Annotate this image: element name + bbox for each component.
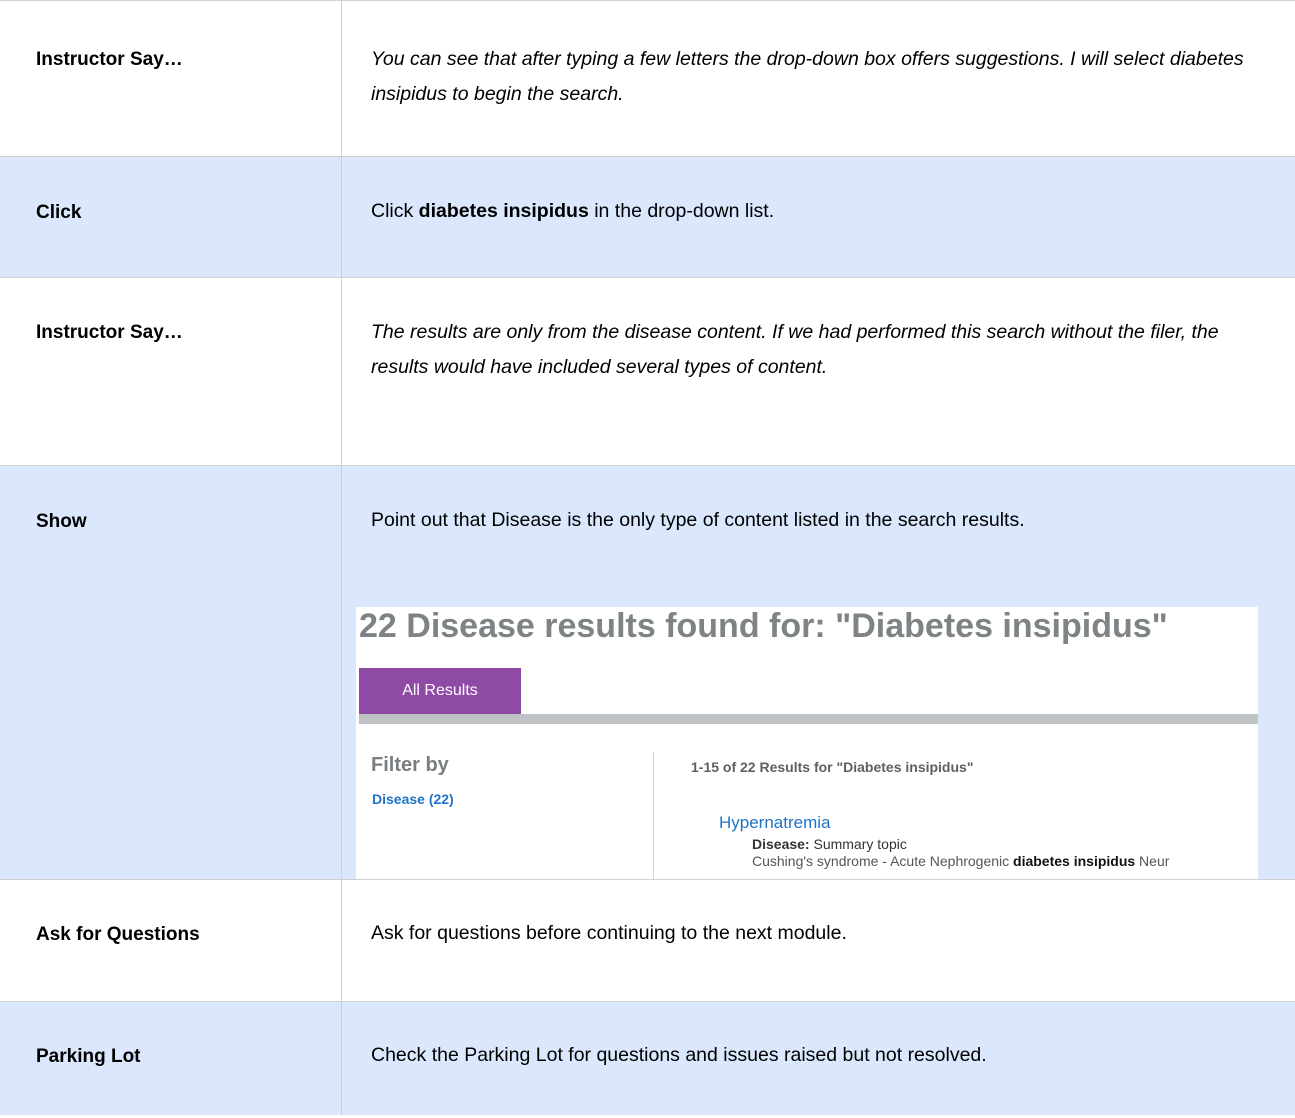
content-bold-text: diabetes insipidus [418, 200, 589, 222]
filter-disease-link[interactable]: Disease (22) [372, 791, 454, 807]
tab-bar [359, 714, 1258, 724]
row-label: Instructor Say… [0, 278, 342, 465]
row-content: The results are only from the disease co… [371, 321, 1219, 378]
results-title: 22 Disease results found for: "Diabetes … [359, 607, 1168, 645]
table-row: Parking Lot Check the Parking Lot for qu… [0, 1002, 1295, 1115]
row-label: Show [0, 466, 342, 879]
result-type-value: Summary topic [809, 836, 907, 852]
content-text: Click [371, 200, 419, 222]
row-content: Ask for questions before continuing to t… [371, 922, 847, 944]
table-row: Instructor Say… You can see that after t… [0, 0, 1295, 157]
tab-label: All Results [402, 682, 478, 699]
content-text: in the drop-down list. [588, 200, 775, 222]
row-label: Instructor Say… [0, 1, 342, 156]
filter-heading: Filter by [371, 754, 449, 776]
result-title-link[interactable]: Hypernatremia [719, 813, 831, 833]
result-type-label: Disease: [752, 836, 810, 852]
table-row: Instructor Say… The results are only fro… [0, 278, 1295, 466]
row-content: Check the Parking Lot for questions and … [371, 1044, 987, 1066]
row-content: Click diabetes insipidus in the drop-dow… [342, 157, 1295, 277]
table-row: Click Click diabetes insipidus in the dr… [0, 157, 1295, 278]
snippet-text: Cushing's syndrome - Acute Nephrogenic [752, 853, 1014, 869]
results-count: 1-15 of 22 Results for "Diabetes insipid… [691, 759, 974, 775]
snippet-highlight: diabetes insipidus [1013, 853, 1136, 869]
result-type: Disease: Summary topic [752, 836, 907, 852]
table-row: Ask for Questions Ask for questions befo… [0, 880, 1295, 1002]
tab-all-results[interactable]: All Results [359, 668, 521, 714]
row-label: Ask for Questions [0, 880, 342, 1001]
instructor-guide-table: Instructor Say… You can see that after t… [0, 0, 1295, 1115]
snippet-text: Neur [1135, 853, 1170, 869]
result-snippet: Cushing's syndrome - Acute Nephrogenic d… [752, 853, 1169, 869]
row-label: Parking Lot [0, 1002, 342, 1115]
row-label: Click [0, 157, 342, 277]
search-results-screenshot: 22 Disease results found for: "Diabetes … [356, 607, 1258, 879]
column-divider [653, 752, 654, 879]
row-content: You can see that after typing a few lett… [371, 48, 1244, 105]
